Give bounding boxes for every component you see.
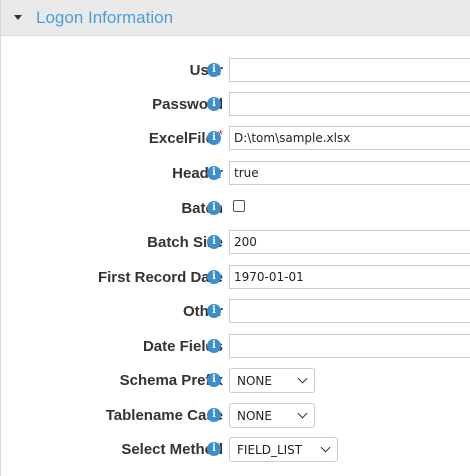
label-wrap: First Record Date: [98, 260, 223, 294]
info-icon[interactable]: i: [207, 63, 221, 77]
form-row-batch: Batch i: [1, 191, 470, 225]
form-row-excelfile: ExcelFile * i: [1, 121, 470, 155]
info-icon[interactable]: i: [207, 339, 221, 353]
form-row-password: Password i: [1, 87, 470, 121]
info-icon[interactable]: i: [207, 166, 221, 180]
date-fields-input[interactable]: [229, 334, 470, 358]
other-input[interactable]: [229, 299, 470, 323]
chevron-down-icon: [297, 408, 308, 419]
select-value: NONE: [237, 373, 272, 388]
form-row-other: Other i: [1, 294, 470, 328]
select-value: NONE: [237, 408, 272, 423]
info-icon[interactable]: i: [207, 131, 221, 145]
info-icon[interactable]: i: [207, 442, 221, 456]
label-wrap: Tablename Case: [106, 398, 223, 432]
form-row-batch-size: Batch Size i: [1, 225, 470, 259]
excelfile-input[interactable]: [229, 126, 470, 150]
info-icon[interactable]: i: [207, 270, 221, 284]
first-record-date-input[interactable]: [229, 265, 470, 289]
panel-header[interactable]: Logon Information: [1, 0, 470, 36]
collapse-arrow-icon[interactable]: [14, 15, 22, 20]
logon-information-panel: Logon Information User i Password i Exce…: [0, 0, 470, 476]
chevron-down-icon: [320, 442, 331, 453]
panel-title: Logon Information: [36, 7, 174, 27]
user-input[interactable]: [229, 58, 470, 82]
info-icon[interactable]: i: [207, 97, 221, 111]
select-method-select[interactable]: FIELD_LIST: [229, 437, 338, 462]
select-value: FIELD_LIST: [237, 442, 303, 457]
chevron-down-icon: [297, 373, 308, 384]
form-row-first-record-date: First Record Date i: [1, 260, 470, 294]
form-row-user: User i: [1, 53, 470, 87]
info-icon[interactable]: i: [207, 373, 221, 387]
info-icon[interactable]: i: [207, 201, 221, 215]
password-input[interactable]: [229, 92, 470, 116]
info-icon[interactable]: i: [207, 408, 221, 422]
batch-checkbox[interactable]: [233, 200, 245, 212]
batch-size-input[interactable]: [229, 230, 470, 254]
header-input[interactable]: [229, 161, 470, 185]
info-icon[interactable]: i: [207, 304, 221, 318]
form-row-date-fields: Date Fields i: [1, 329, 470, 363]
info-icon[interactable]: i: [207, 235, 221, 249]
form-row-tablename-case: Tablename Case i NONE: [1, 398, 470, 432]
schema-prefix-select[interactable]: NONE: [229, 368, 315, 393]
form-row-header: Header i: [1, 156, 470, 190]
first-record-date-label: First Record Date: [97, 268, 223, 286]
tablename-case-select[interactable]: NONE: [229, 403, 315, 428]
excelfile-label: ExcelFile: [148, 129, 214, 147]
form-row-select-method: Select Method i FIELD_LIST: [1, 432, 470, 466]
form-row-schema-prefix: Schema Prefix i NONE: [1, 363, 470, 397]
tablename-case-label: Tablename Case: [105, 406, 223, 424]
